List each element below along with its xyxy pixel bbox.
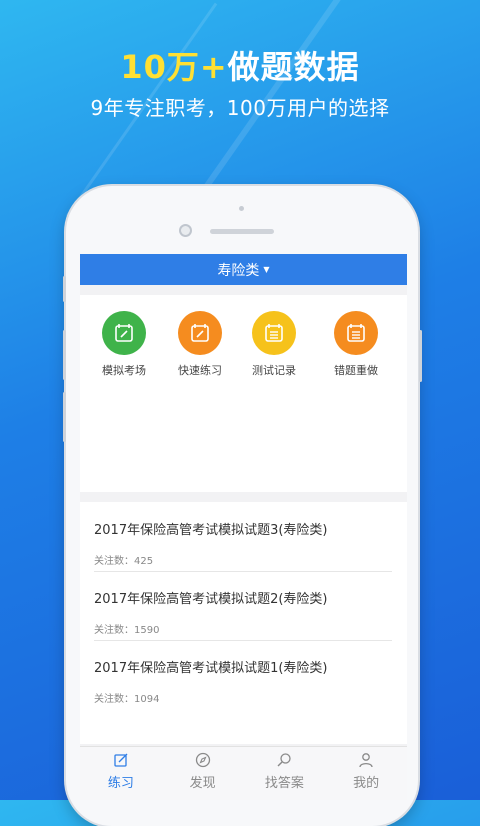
menu-label: 模拟考场: [102, 364, 146, 377]
paper-list: 2017年保险高管考试模拟试题3(寿险类) 关注数：425 2017年保险高管考…: [80, 502, 407, 744]
paper-title: 2017年保险高管考试模拟试题2(寿险类): [94, 592, 328, 607]
list-note-icon: [334, 311, 378, 355]
tab-find-answers[interactable]: 找答案: [244, 747, 326, 800]
user-icon: [359, 753, 373, 768]
list-item[interactable]: 2017年保险高管考试模拟试题2(寿险类) 关注数：1590: [94, 588, 392, 636]
menu-item-mock-exam[interactable]: 模拟考场: [84, 311, 164, 378]
app-screen: 寿险类 ▼ 模拟考场 快速练习 测试记录 错题重做 2017年保险高管考试模拟试…: [80, 254, 407, 800]
phone-side-button: [63, 392, 66, 442]
tab-mine[interactable]: 我的: [325, 747, 407, 800]
pencil-note-icon: [102, 311, 146, 355]
menu-label: 快速练习: [178, 364, 222, 377]
category-selector[interactable]: 寿险类 ▼: [80, 254, 407, 285]
proximity-sensor: [239, 206, 244, 211]
list-item[interactable]: 2017年保险高管考试模拟试题1(寿险类) 关注数：1094: [94, 657, 392, 705]
list-note-icon: [252, 311, 296, 355]
menu-item-quick-practice[interactable]: 快速练习: [160, 311, 240, 378]
quick-menu: 模拟考场 快速练习 测试记录 错题重做: [80, 295, 407, 492]
promo-headline-rest: 做题数据: [227, 48, 360, 86]
tab-discover[interactable]: 发现: [162, 747, 244, 800]
menu-label: 测试记录: [252, 364, 296, 377]
tab-label: 发现: [189, 776, 216, 791]
divider: [94, 571, 392, 572]
front-camera: [179, 224, 192, 237]
pencil-note-icon: [178, 311, 222, 355]
earpiece-speaker: [210, 229, 274, 234]
divider: [94, 640, 392, 641]
promo-headline-highlight: 10万+: [120, 48, 228, 86]
compass-icon: [195, 752, 210, 768]
tab-practice[interactable]: 练习: [80, 747, 162, 800]
phone-side-button: [63, 330, 66, 380]
promo-subline: 9年专注职考，100万用户的选择: [90, 96, 390, 120]
category-label: 寿险类: [217, 262, 260, 279]
edit-icon: [114, 753, 128, 767]
paper-title: 2017年保险高管考试模拟试题3(寿险类): [94, 523, 328, 538]
phone-side-button: [63, 276, 66, 302]
follow-count: 关注数：1590: [94, 625, 160, 636]
follow-count: 关注数：1094: [94, 694, 160, 705]
search-icon: [277, 753, 292, 767]
follow-count: 关注数：425: [94, 556, 154, 567]
menu-item-test-records[interactable]: 测试记录: [234, 311, 314, 378]
bottom-tab-bar: 练习 发现 找答案 我的: [80, 746, 407, 800]
phone-side-button: [419, 330, 422, 382]
chevron-down-icon: ▼: [263, 265, 270, 274]
list-item[interactable]: 2017年保险高管考试模拟试题3(寿险类) 关注数：425: [94, 519, 392, 567]
menu-item-redo-mistakes[interactable]: 错题重做: [316, 311, 396, 378]
paper-title: 2017年保险高管考试模拟试题1(寿险类): [94, 661, 328, 676]
tab-label: 练习: [107, 776, 134, 791]
menu-label: 错题重做: [334, 364, 378, 377]
tab-label: 我的: [353, 776, 380, 791]
tab-label: 找答案: [264, 776, 304, 791]
promo-headline: 10万+做题数据: [0, 42, 480, 88]
